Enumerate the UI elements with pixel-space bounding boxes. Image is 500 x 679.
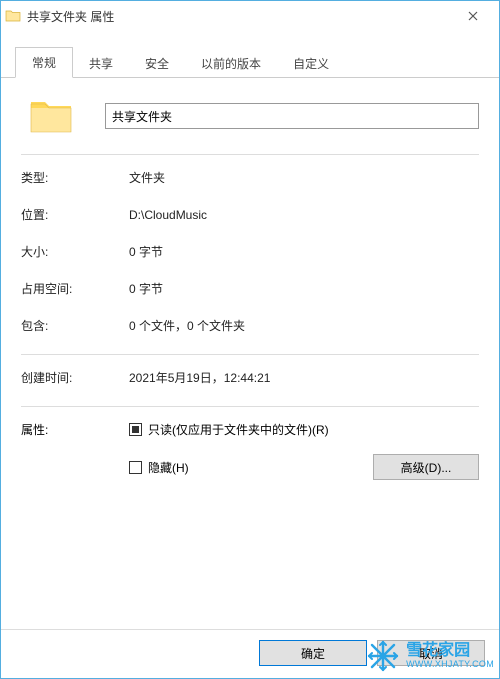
checkbox-indeterminate-icon	[129, 423, 142, 436]
location-label: 位置:	[21, 206, 129, 223]
contains-label: 包含:	[21, 317, 129, 334]
tab-security[interactable]: 安全	[129, 49, 185, 78]
size-value: 0 字节	[129, 243, 163, 260]
size-on-disk-value: 0 字节	[129, 280, 163, 297]
type-value: 文件夹	[129, 169, 165, 186]
attributes-label: 属性:	[21, 421, 129, 480]
divider	[21, 354, 479, 355]
created-value: 2021年5月19日，12:44:21	[129, 369, 270, 386]
tab-sharing[interactable]: 共享	[73, 49, 129, 78]
contains-value: 0 个文件，0 个文件夹	[129, 317, 245, 334]
ok-button[interactable]: 确定	[259, 640, 367, 666]
tab-previous-versions[interactable]: 以前的版本	[185, 49, 277, 78]
general-panel: 类型: 文件夹 位置: D:\CloudMusic 大小: 0 字节 占用空间:…	[1, 78, 499, 629]
cancel-button[interactable]: 取消	[377, 640, 485, 666]
window-title: 共享文件夹 属性	[27, 8, 451, 25]
checkbox-empty-icon	[129, 461, 142, 474]
folder-name-input[interactable]	[105, 103, 479, 129]
created-label: 创建时间:	[21, 369, 129, 386]
folder-large-icon	[27, 92, 75, 140]
readonly-checkbox[interactable]: 只读(仅应用于文件夹中的文件)(R)	[129, 421, 479, 438]
advanced-button[interactable]: 高级(D)...	[373, 454, 479, 480]
type-label: 类型:	[21, 169, 129, 186]
size-on-disk-label: 占用空间:	[21, 280, 129, 297]
title-bar: 共享文件夹 属性	[1, 1, 499, 31]
tab-customize[interactable]: 自定义	[277, 49, 345, 78]
tab-general[interactable]: 常规	[15, 47, 73, 78]
hidden-checkbox-label: 隐藏(H)	[148, 459, 189, 476]
hidden-checkbox[interactable]: 隐藏(H)	[129, 459, 189, 476]
divider	[21, 406, 479, 407]
tab-strip: 常规 共享 安全 以前的版本 自定义	[1, 31, 499, 78]
dialog-footer: 确定 取消	[1, 629, 499, 678]
close-button[interactable]	[451, 2, 495, 30]
location-value: D:\CloudMusic	[129, 208, 207, 222]
folder-small-icon	[5, 8, 21, 24]
size-label: 大小:	[21, 243, 129, 260]
divider	[21, 154, 479, 155]
properties-window: 共享文件夹 属性 常规 共享 安全 以前的版本 自定义 类型: 文件夹	[0, 0, 500, 679]
readonly-checkbox-label: 只读(仅应用于文件夹中的文件)(R)	[148, 421, 329, 438]
